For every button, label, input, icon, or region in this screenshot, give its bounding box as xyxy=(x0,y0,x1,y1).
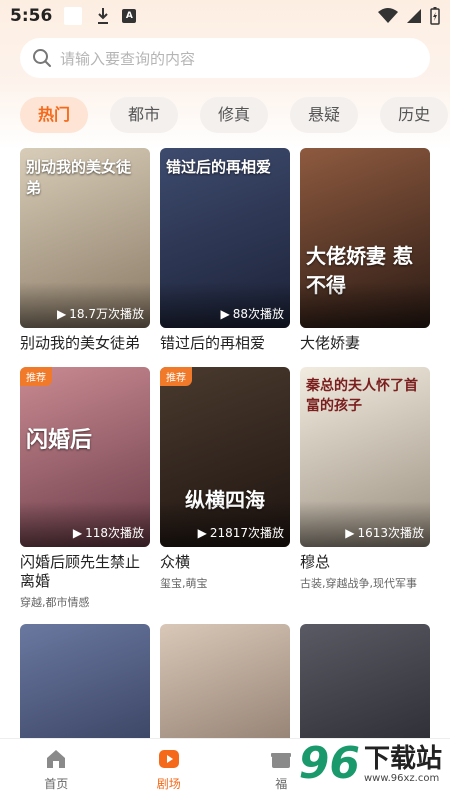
download-icon xyxy=(98,8,109,24)
home-icon xyxy=(47,750,66,768)
poster-title: 闪婚后 xyxy=(26,428,93,453)
poster-art xyxy=(20,624,150,738)
drama-title[interactable]: 别动我的美女徒弟 xyxy=(20,334,150,353)
drama-poster[interactable]: 错过后的再相爱 ▶ 88次播放 xyxy=(160,148,290,328)
tab-hot[interactable]: 热门 xyxy=(20,97,89,133)
drama-tags: 古装,穿越战争,现代军事 xyxy=(300,577,417,590)
drama-tags: 穿越,都市情感 xyxy=(20,596,90,609)
drama-card[interactable]: 大佬娇妻 惹不得 大佬娇妻 xyxy=(300,148,430,353)
nav-theater-label: 剧场 xyxy=(156,777,181,791)
drama-title[interactable]: 大佬娇妻 xyxy=(300,334,430,353)
drama-title[interactable]: 众横 xyxy=(160,553,290,572)
drama-title[interactable]: 错过后的再相爱 xyxy=(160,334,290,353)
drama-grid: 别动我的美女徒弟 ▶ 18.7万次播放 别动我的美女徒弟 错过后的再相爱 ▶ 88次… xyxy=(20,148,430,738)
search-placeholder: 请输入要查询的内容 xyxy=(60,49,196,68)
play-count-text: 21817次播放 xyxy=(209,526,284,540)
poster-title: 错过后的再相爱 xyxy=(166,158,272,176)
watermark-text-group: 下载站 www.96xz.com xyxy=(364,745,442,784)
drama-card[interactable] xyxy=(20,624,150,738)
notification-icon xyxy=(64,7,83,25)
watermark-logo: 96 下载站 www.96xz.com xyxy=(299,742,442,786)
drama-card[interactable]: 闪婚后 推荐 ▶ 118次播放 闪婚后顾先生禁止离婚 穿越,都市情感 xyxy=(20,367,150,610)
watermark-text: 下载站 xyxy=(363,743,442,774)
watermark-number: 96 xyxy=(298,738,360,789)
recommend-badge: 推荐 xyxy=(160,367,192,386)
play-small-icon: ▶ xyxy=(220,306,230,321)
drama-poster[interactable] xyxy=(20,624,150,738)
category-tabs: 热门 都市 修真 悬疑 历史 xyxy=(20,97,450,133)
play-small-icon: ▶ xyxy=(57,306,67,321)
tab-city[interactable]: 都市 xyxy=(110,97,179,133)
drama-poster[interactable] xyxy=(300,624,430,738)
play-count-text: 1613次播放 xyxy=(357,526,424,540)
tab-suspense[interactable]: 悬疑 xyxy=(290,97,359,133)
status-time: 5:56 xyxy=(10,6,53,26)
drama-card[interactable]: 别动我的美女徒弟 ▶ 18.7万次播放 别动我的美女徒弟 xyxy=(20,148,150,353)
nav-welfare-label: 福 xyxy=(275,777,288,791)
nav-theater[interactable]: 剧场 xyxy=(113,739,226,800)
search-icon xyxy=(33,49,51,67)
play-small-icon: ▶ xyxy=(345,525,355,540)
drama-tags: 玺宝,萌宝 xyxy=(160,577,208,590)
poster-shade xyxy=(300,282,430,328)
drama-poster[interactable]: 秦总的夫人怀了首富的孩子 ▶ 1613次播放 xyxy=(300,367,430,547)
nav-home-label: 首页 xyxy=(44,777,69,791)
drama-title[interactable]: 闪婚后顾先生禁止离婚 xyxy=(20,553,150,591)
drama-poster[interactable]: 闪婚后 推荐 ▶ 118次播放 xyxy=(20,367,150,547)
poster-title: 别动我的美女徒弟 xyxy=(26,158,132,197)
play-count: ▶ 18.7万次播放 xyxy=(57,305,144,322)
play-small-icon: ▶ xyxy=(72,525,83,540)
nav-home[interactable]: 首页 xyxy=(0,739,113,800)
gift-icon xyxy=(271,753,292,768)
poster-title: 秦总的夫人怀了首富的孩子 xyxy=(306,378,418,414)
signal-icon xyxy=(407,9,421,23)
poster-art xyxy=(300,624,430,738)
drama-card[interactable]: 秦总的夫人怀了首富的孩子 ▶ 1613次播放 穆总 古装,穿越战争,现代军事 xyxy=(300,367,430,610)
drama-card[interactable]: 纵横四海 推荐 ▶ 21817次播放 众横 玺宝,萌宝 xyxy=(160,367,290,610)
play-count-text: 118次播放 xyxy=(85,526,144,540)
play-count: ▶ 118次播放 xyxy=(73,524,144,541)
status-bar: 5:56 A xyxy=(0,0,450,32)
watermark-url: www.96xz.com xyxy=(363,772,440,784)
play-icon xyxy=(158,750,179,768)
battery-icon xyxy=(430,7,440,25)
drama-card[interactable] xyxy=(300,624,430,738)
play-small-icon: ▶ xyxy=(197,525,207,540)
drama-poster[interactable]: 大佬娇妻 惹不得 xyxy=(300,148,430,328)
play-count: ▶ 21817次播放 xyxy=(198,524,284,541)
play-count: ▶ 88次播放 xyxy=(220,305,284,322)
drama-title[interactable]: 穆总 xyxy=(300,553,430,572)
play-count-text: 88次播放 xyxy=(232,307,284,321)
wifi-icon xyxy=(378,8,398,23)
recommend-badge: 推荐 xyxy=(20,367,52,386)
drama-card[interactable]: 错过后的再相爱 ▶ 88次播放 错过后的再相爱 xyxy=(160,148,290,353)
drama-card[interactable] xyxy=(160,624,290,738)
poster-art xyxy=(160,624,290,738)
drama-poster[interactable] xyxy=(160,624,290,738)
drama-poster[interactable]: 纵横四海 推荐 ▶ 21817次播放 xyxy=(160,367,290,547)
play-count-text: 18.7万次播放 xyxy=(69,307,144,321)
drama-poster[interactable]: 别动我的美女徒弟 ▶ 18.7万次播放 xyxy=(20,148,150,328)
tab-history[interactable]: 历史 xyxy=(380,97,449,133)
tab-cultivation[interactable]: 修真 xyxy=(200,97,269,133)
play-count: ▶ 1613次播放 xyxy=(345,524,424,541)
a-icon: A xyxy=(122,9,137,23)
search-bar[interactable]: 请输入要查询的内容 xyxy=(20,38,430,78)
